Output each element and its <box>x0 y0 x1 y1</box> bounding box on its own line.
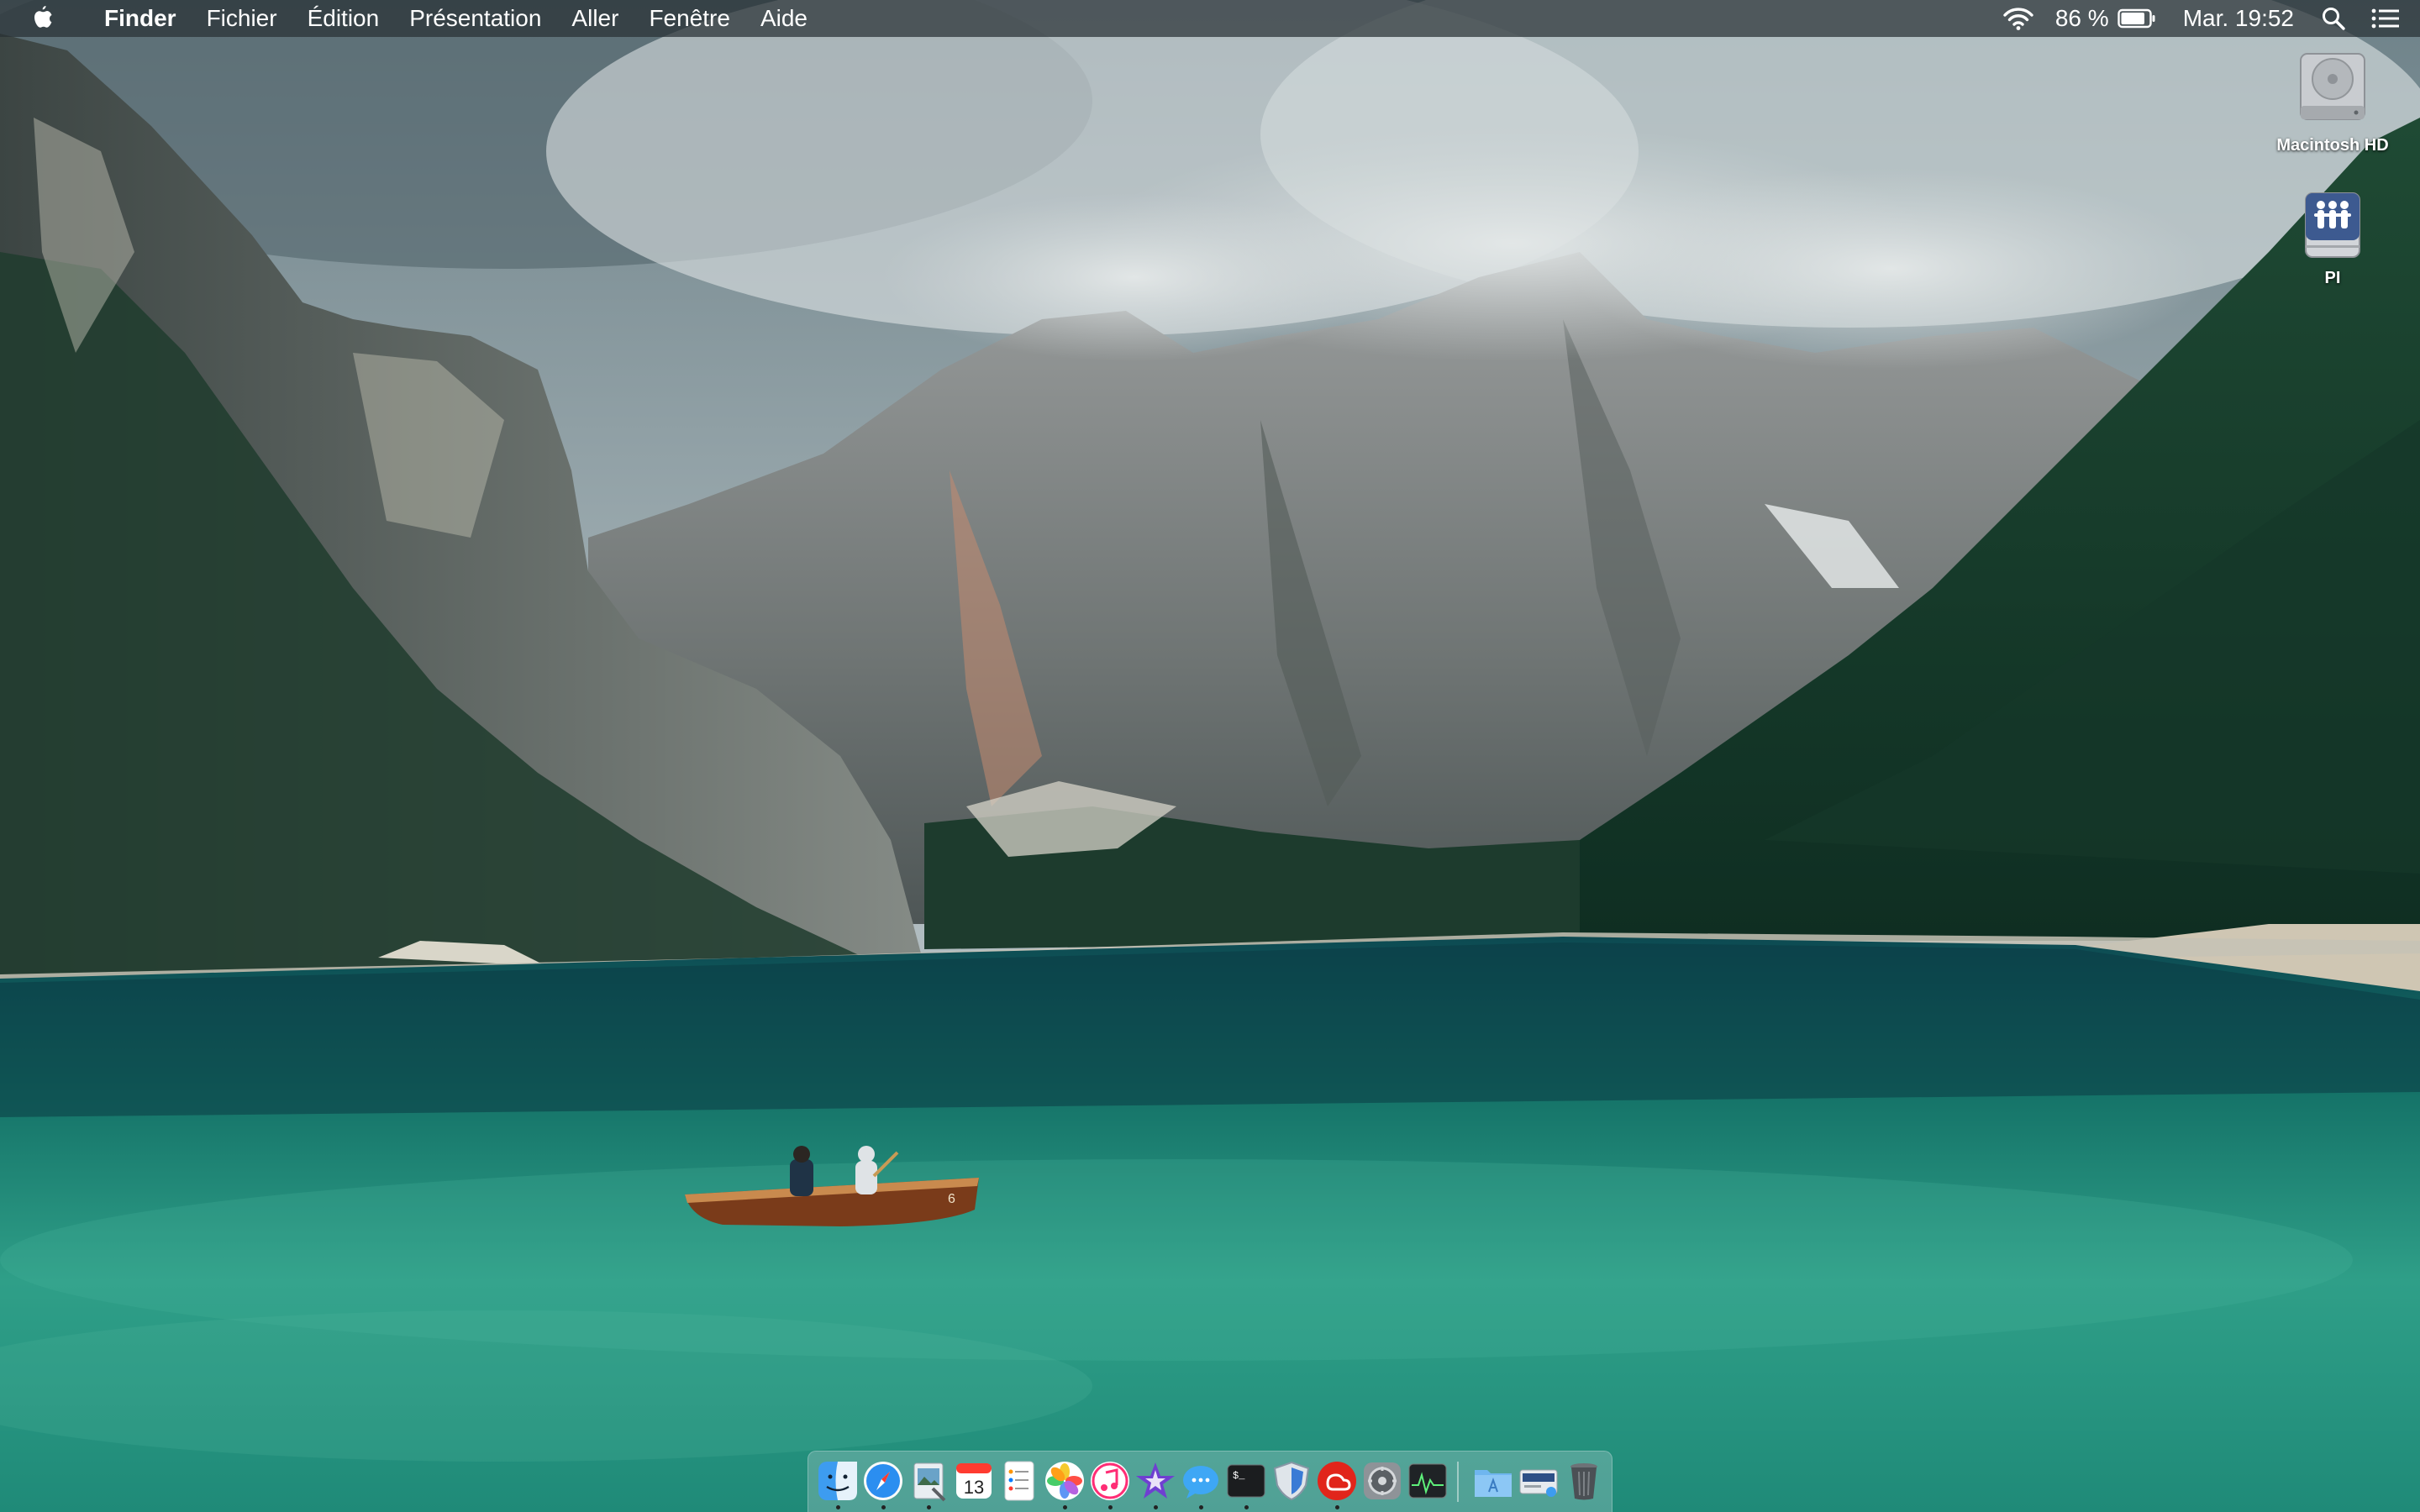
calendar-icon[interactable]: 13 <box>953 1460 995 1502</box>
svg-text:$_: $_ <box>1233 1470 1245 1482</box>
notification-center-icon[interactable] <box>2371 0 2400 37</box>
running-indicator-imovie <box>1154 1505 1158 1509</box>
trash-icon[interactable] <box>1563 1460 1605 1502</box>
desktop-wallpaper: 6 <box>0 0 2420 1512</box>
preview-icon[interactable] <box>908 1460 950 1502</box>
imovie-icon[interactable] <box>1134 1460 1176 1502</box>
battery-percent[interactable]: 86 % <box>2055 0 2109 37</box>
creative-cloud-icon[interactable] <box>1316 1460 1358 1502</box>
wifi-icon[interactable] <box>2002 0 2035 37</box>
menu-edition[interactable]: Édition <box>292 0 395 37</box>
running-indicator-creative-cloud <box>1335 1505 1339 1509</box>
menu-fenetre[interactable]: Fenêtre <box>634 0 745 37</box>
running-indicator-itunes <box>1108 1505 1113 1509</box>
menu-presentation[interactable]: Présentation <box>394 0 556 37</box>
reminders-icon[interactable] <box>998 1460 1040 1502</box>
svg-text:13: 13 <box>964 1477 984 1498</box>
running-indicator-terminal <box>1244 1505 1249 1509</box>
running-indicator-finder <box>836 1505 840 1509</box>
running-indicator-preview <box>927 1505 931 1509</box>
menu-aide[interactable]: Aide <box>745 0 823 37</box>
downloads-stack-icon[interactable] <box>1518 1460 1560 1502</box>
finder-icon[interactable] <box>817 1460 859 1502</box>
spotlight-search-icon[interactable] <box>2321 0 2346 37</box>
system-preferences-icon[interactable] <box>1361 1460 1403 1502</box>
menu-aller[interactable]: Aller <box>556 0 634 37</box>
desktop-icon-macintosh-hd[interactable]: Macintosh HD <box>2265 47 2400 155</box>
menu-fichier[interactable]: Fichier <box>192 0 292 37</box>
hard-drive-icon <box>2300 53 2365 120</box>
itunes-icon[interactable] <box>1089 1460 1131 1502</box>
running-indicator-messages <box>1199 1505 1203 1509</box>
applications-folder-icon[interactable] <box>1472 1460 1514 1502</box>
battery-icon[interactable] <box>2117 0 2156 37</box>
desktop-icon-label: Macintosh HD <box>2276 136 2389 155</box>
photos-icon[interactable] <box>1044 1460 1086 1502</box>
security-shield-icon[interactable] <box>1270 1460 1313 1502</box>
messages-icon[interactable] <box>1180 1460 1222 1502</box>
running-indicator-photos <box>1063 1505 1067 1509</box>
svg-text:6: 6 <box>948 1192 955 1206</box>
safari-icon[interactable] <box>862 1460 904 1502</box>
menu-clock[interactable]: Mar. 19:52 <box>2183 0 2294 37</box>
menu-bar: Finder Fichier Édition Présentation Alle… <box>0 0 2420 37</box>
apple-logo-icon[interactable] <box>30 0 55 37</box>
network-share-icon <box>2305 192 2360 258</box>
desktop-icon-label: PI <box>2324 269 2341 287</box>
desktop-icon-pi[interactable]: PI <box>2265 190 2400 288</box>
dock: 13 $_ <box>808 1451 1612 1512</box>
menu-app-finder[interactable]: Finder <box>89 0 192 37</box>
dock-separator <box>1457 1462 1459 1502</box>
activity-monitor-icon[interactable] <box>1407 1460 1449 1502</box>
terminal-icon[interactable]: $_ <box>1225 1460 1267 1502</box>
running-indicator-safari <box>881 1505 886 1509</box>
